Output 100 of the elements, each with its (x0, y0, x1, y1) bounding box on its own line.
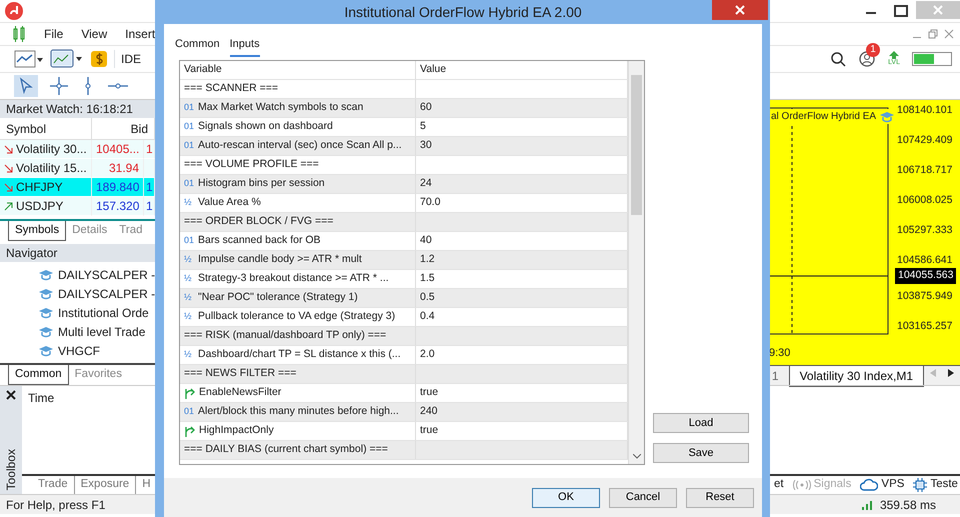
dialog-button[interactable]: OK (532, 488, 600, 508)
parameter-value[interactable]: 5 (420, 119, 426, 135)
parameter-name: === VOLUME PROFILE === (184, 157, 319, 172)
parameter-value[interactable]: 40 (420, 233, 432, 249)
time-label: 9:30 (769, 346, 790, 361)
search-icon[interactable] (830, 50, 846, 67)
navigator-item[interactable]: Institutional Orde (0, 303, 159, 322)
parameter-value[interactable]: 240 (420, 404, 438, 420)
status-toggle-icon[interactable] (912, 52, 952, 66)
symbol-name: Volatility 30... (16, 140, 87, 158)
parameter-value[interactable]: 70.0 (420, 195, 440, 211)
price-label: 108140.101 (897, 103, 952, 118)
symbol-cell[interactable]: CHFJPY (0, 178, 92, 197)
symbol-cell[interactable]: Volatility 15... (0, 159, 92, 178)
signal-bars-icon (862, 500, 874, 510)
panel-tab[interactable]: Favorites (68, 365, 128, 384)
parameter-name: Impulse candle body >= ATR * mult (198, 252, 362, 268)
dialog-tab[interactable]: Inputs (230, 36, 260, 56)
panel-tab[interactable]: Teste (911, 476, 960, 494)
parameter-value[interactable]: 0.4 (420, 309, 435, 325)
parameter-name: Bars scanned back for OB (198, 233, 321, 248)
action-button[interactable]: Save (653, 443, 749, 463)
symbol-cell[interactable]: USDJPY (0, 197, 92, 216)
chart-tab[interactable]: Volatility 30 Index,M1 (788, 366, 924, 387)
symbol-name: CHFJPY (16, 178, 63, 196)
menu-item[interactable]: View (81, 25, 108, 43)
ide-button[interactable]: IDE (114, 50, 142, 68)
parameter-value[interactable]: true (420, 423, 438, 439)
price-label: 104586.641 (897, 253, 952, 268)
scroll-right-icon[interactable] (948, 369, 954, 377)
type-icon: ½ (184, 348, 195, 362)
window-title: Institutional OrderFlow Hybrid EA 2.00 (344, 2, 582, 22)
parameter-name: Max Market Watch symbols to scan (198, 100, 364, 116)
panel-tab[interactable]: Symbols (8, 221, 66, 242)
status-text: For Help, press F1 (6, 496, 106, 514)
symbol-name: USDJPY (16, 198, 64, 214)
current-price-tag: 104055.563 (895, 268, 956, 284)
bid-price: 157.320 (96, 199, 140, 213)
dialog-button[interactable]: Reset (686, 488, 754, 508)
price-label: 105297.333 (897, 223, 952, 238)
panel-tab[interactable]: VPS (858, 476, 906, 494)
parameter-name: Value Area % (198, 195, 261, 210)
parameter-value[interactable]: 2.0 (420, 347, 435, 363)
chart-tab[interactable]: 1 (762, 366, 789, 386)
parameter-name: Pullback tolerance to VA edge (Strategy 3) (198, 309, 396, 324)
graduation-cap-icon (38, 288, 54, 300)
chip-icon (913, 478, 928, 492)
down-arrow-icon (4, 144, 13, 154)
scrollbar-thumb[interactable] (631, 75, 642, 215)
navigator-item[interactable]: VHGCF (0, 341, 159, 360)
navigator-item[interactable]: DAILYSCALPER - (0, 284, 159, 303)
price-label: 103875.949 (897, 289, 952, 304)
scrollbar[interactable] (628, 61, 644, 464)
restore-icon[interactable] (928, 29, 938, 39)
scroll-down-icon[interactable] (633, 454, 641, 459)
price-label: 106008.025 (897, 193, 952, 208)
panel-tab[interactable]: Common (8, 365, 69, 386)
bool-arrow-icon (184, 425, 196, 437)
table-cell: 1 (144, 197, 155, 216)
menu-item[interactable]: File (44, 25, 64, 43)
parameter-name: === NEWS FILTER === (184, 366, 296, 382)
parameter-value[interactable]: true (420, 385, 438, 401)
action-button[interactable]: Load (653, 413, 749, 433)
panel-tab[interactable]: et (772, 476, 786, 494)
parameter-value[interactable]: 1.5 (420, 271, 435, 287)
navigator-item[interactable]: Multi level Trade (0, 322, 159, 341)
panel-tab[interactable]: Trad (113, 221, 148, 240)
cursor-icon[interactable] (14, 75, 38, 97)
close-icon[interactable] (6, 390, 16, 400)
parameter-value[interactable]: 1.2 (420, 252, 435, 268)
column-header: Value (420, 62, 446, 78)
bid-price: 31.94 (108, 161, 139, 175)
parameter-name: === DAILY BIAS (current chart symbol) === (184, 442, 388, 458)
graduation-cap-icon (38, 268, 54, 280)
graduation-cap-icon (38, 306, 54, 318)
parameter-value[interactable]: 30 (420, 138, 432, 154)
dialog-tab[interactable]: Common (175, 36, 220, 54)
navigator-item[interactable]: DAILYSCALPER - (0, 265, 159, 284)
line-chart-icon[interactable] (14, 50, 44, 68)
graduation-cap-icon (38, 326, 54, 338)
menu-item[interactable]: Insert (125, 25, 156, 43)
dialog-button[interactable]: Cancel (609, 488, 677, 508)
panel-tab[interactable]: Details (66, 221, 114, 240)
up-arrow-icon (4, 202, 13, 210)
user-icon[interactable] (858, 50, 876, 68)
chart-window-icon[interactable] (50, 49, 84, 69)
parameter-value[interactable]: 24 (420, 176, 432, 192)
crosshair-icon[interactable] (48, 75, 70, 97)
price-label: 107429.409 (897, 133, 952, 148)
panel-title: Toolbox (3, 448, 19, 490)
parameter-value[interactable]: 60 (420, 100, 432, 116)
dollar-coin-icon[interactable] (90, 50, 108, 68)
down-arrow-icon (4, 182, 13, 192)
type-icon: 01 (184, 101, 195, 115)
symbol-cell[interactable]: Volatility 30... (0, 140, 92, 159)
candlestick-icon (12, 26, 26, 42)
graduation-cap-icon (879, 110, 896, 122)
parameter-value[interactable]: 0.5 (420, 290, 435, 306)
ping-text: 359.58 ms (880, 496, 936, 514)
column-header: Variable (184, 62, 222, 78)
